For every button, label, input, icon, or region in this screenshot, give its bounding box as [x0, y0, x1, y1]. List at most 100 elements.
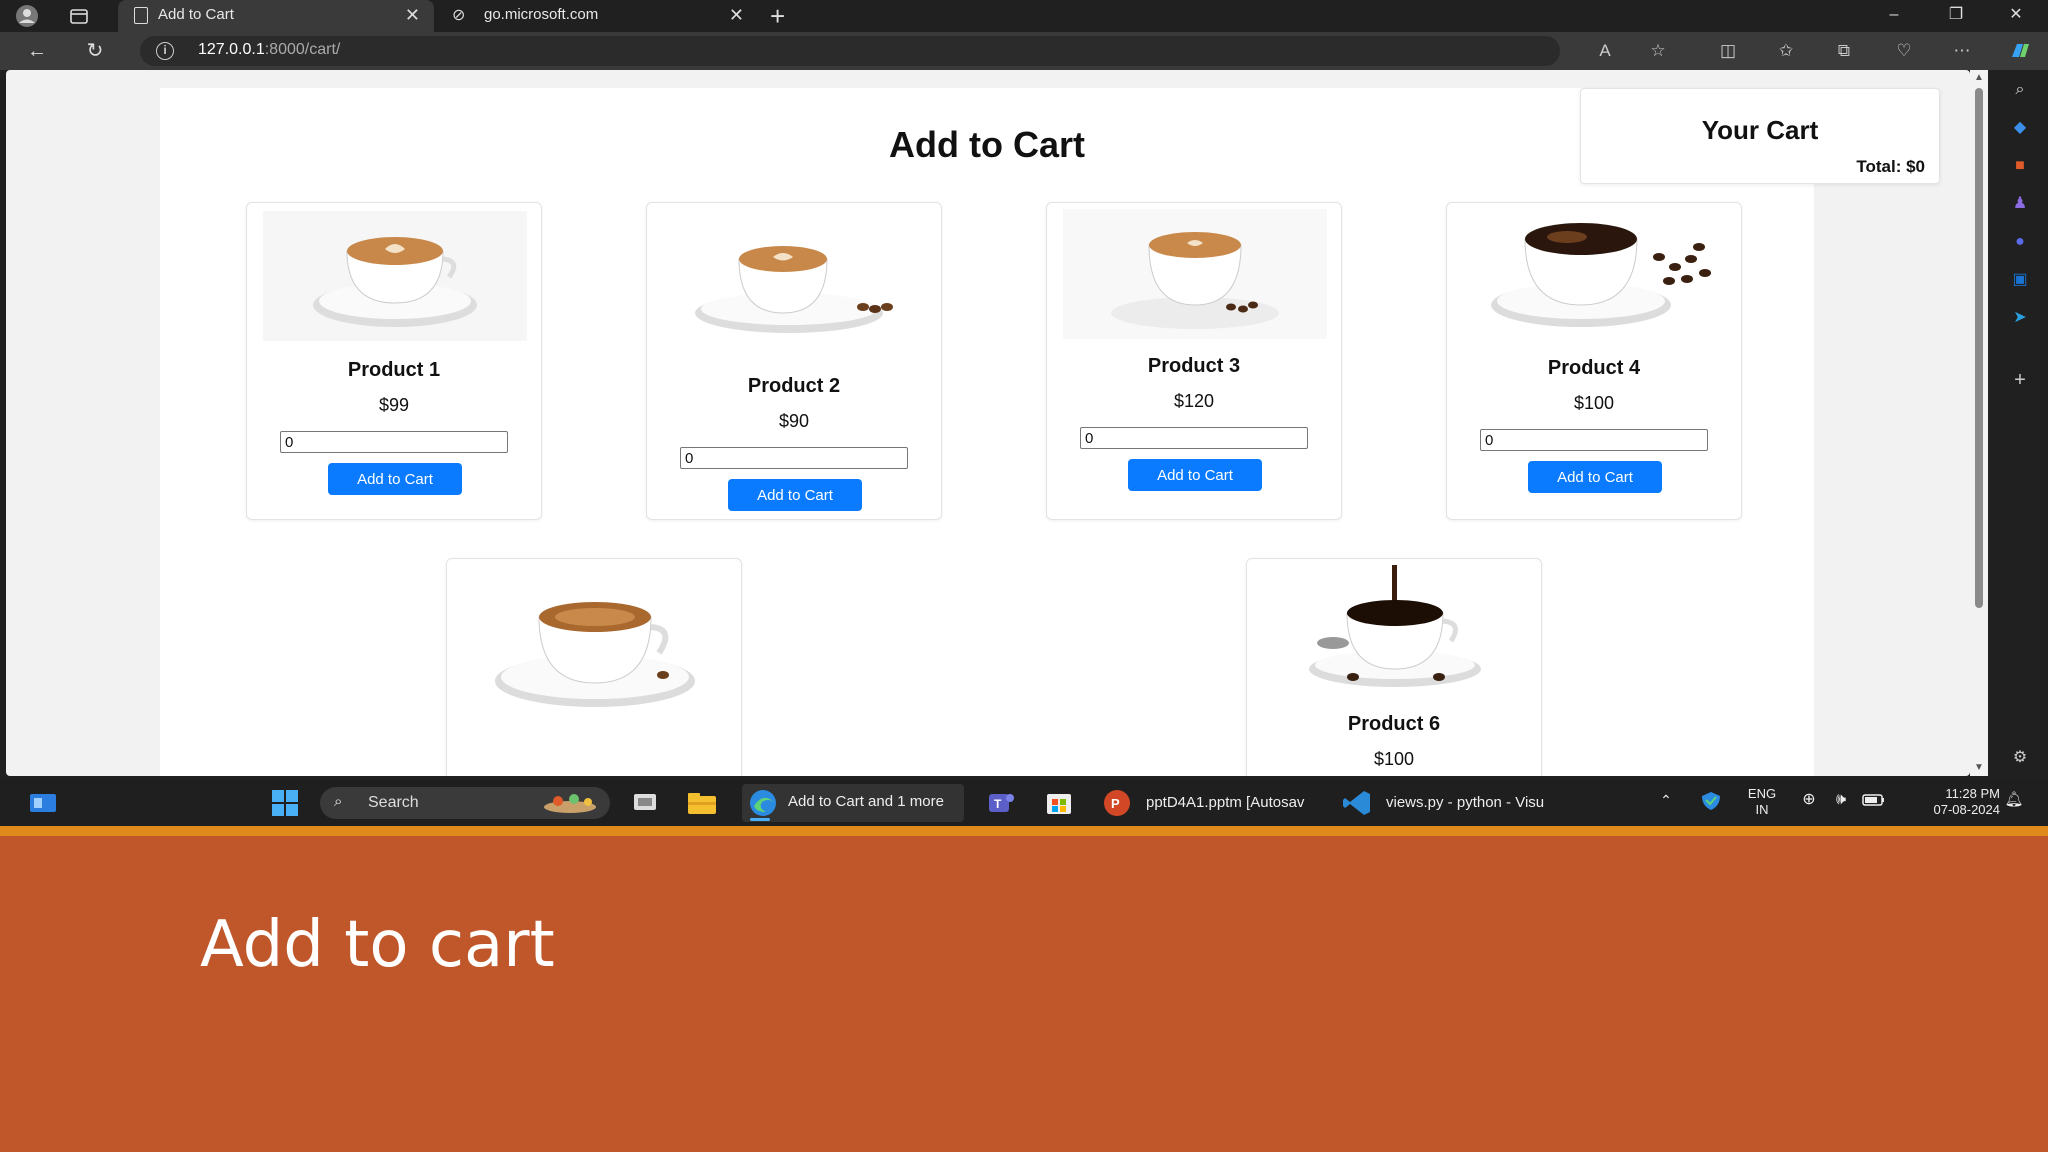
clock-time: 11:28 PM: [1945, 786, 2000, 801]
more-options-icon[interactable]: ⋯: [1949, 39, 1975, 63]
slide-caption: Add to cart: [200, 908, 555, 982]
sidebar-settings-icon[interactable]: ⚙: [2009, 748, 2031, 768]
page-icon: [134, 7, 148, 24]
product-name: Product 3: [1147, 355, 1241, 377]
copilot-side-icon[interactable]: ●: [2009, 232, 2031, 252]
product-price: $120: [1173, 391, 1215, 411]
quantity-input[interactable]: [280, 431, 508, 453]
region-code: IN: [1755, 802, 1769, 817]
split-screen-icon[interactable]: ◫: [1715, 39, 1741, 63]
quantity-input[interactable]: [1480, 429, 1708, 451]
product-card-5: [446, 558, 742, 776]
quantity-input[interactable]: [680, 447, 908, 469]
url-host: 127.0.0.1: [198, 41, 265, 58]
product-card-4: Product 4 $100 Add to Cart: [1446, 202, 1742, 520]
tools-briefcase-icon[interactable]: ■: [2009, 156, 2031, 176]
add-to-cart-button[interactable]: Add to Cart: [328, 463, 462, 495]
scroll-thumb[interactable]: [1975, 88, 1983, 608]
site-info-icon[interactable]: i: [156, 42, 174, 60]
copilot-icon[interactable]: [2007, 39, 2033, 63]
page-title: Add to Cart: [889, 124, 1085, 165]
widgets-icon[interactable]: [28, 788, 58, 818]
defender-icon[interactable]: [1700, 790, 1722, 816]
profile-icon[interactable]: [14, 4, 40, 28]
product-price: $100: [1373, 749, 1415, 769]
collections-icon[interactable]: ⧉: [1831, 39, 1857, 63]
link-icon: ⊘: [452, 7, 466, 24]
product-image: [1263, 565, 1527, 695]
slide-accent-bar: [0, 826, 2048, 836]
product-image: [663, 229, 927, 359]
product-name: Product 4: [1547, 357, 1641, 379]
product-name: Product 2: [747, 375, 841, 397]
file-explorer-icon[interactable]: [686, 788, 718, 818]
powerpoint-label: pptD4A1.pptm [Autosav: [1146, 794, 1305, 811]
tab-go-microsoft[interactable]: ⊘ go.microsoft.com ✕: [440, 0, 758, 32]
send-icon[interactable]: ➤: [2009, 308, 2031, 328]
restore-icon[interactable]: ❐: [1934, 0, 1978, 30]
web-page-viewport: Add to Cart Product 1 $99 0 Add to Cart …: [6, 70, 1970, 776]
browser-toolbar: ← ↻ i 127.0.0.1:8000/cart/ A ☆ ◫ ✩ ⧉ ♡ ⋯: [0, 32, 2048, 70]
presentation-slide: Add to Cart ✕ ⊘ go.microsoft.com ✕ + – ❐…: [0, 0, 2048, 1152]
favorite-star-icon[interactable]: ☆: [1645, 39, 1671, 63]
product-image: [463, 587, 727, 717]
tab-actions-icon[interactable]: [66, 4, 92, 28]
page-scrollbar[interactable]: ▲ ▼: [1970, 70, 1988, 776]
outlook-icon[interactable]: ▣: [2009, 270, 2031, 290]
address-bar[interactable]: i 127.0.0.1:8000/cart/: [140, 36, 1560, 66]
product-card-3: Product 3 $120 Add to Cart: [1046, 202, 1342, 520]
active-indicator: [750, 818, 770, 821]
product-image: [263, 211, 527, 341]
shopping-tag-icon[interactable]: ◆: [2009, 118, 2031, 138]
notification-bell-icon[interactable]: 🔔︎: [2004, 792, 2024, 808]
games-icon[interactable]: ♟: [2009, 194, 2031, 214]
clock[interactable]: 11:28 PM 07-08-2024: [1900, 786, 2001, 818]
volume-icon[interactable]: 🕪: [1830, 792, 1852, 808]
product-card-1: Product 1 $99 Add to Cart: [246, 202, 542, 520]
edge-sidebar: ⌕ ◆ ■ ♟ ● ▣ ➤ + ⚙: [1990, 70, 2048, 780]
tab-add-to-cart[interactable]: Add to Cart ✕: [118, 0, 434, 32]
teams-icon[interactable]: T: [986, 788, 1016, 818]
microsoft-store-icon[interactable]: [1044, 788, 1074, 818]
browser-window: Add to Cart ✕ ⊘ go.microsoft.com ✕ + – ❐…: [0, 0, 2048, 780]
search-icon[interactable]: ⌕: [2009, 80, 2031, 100]
taskbar-search[interactable]: ⌕ Search: [320, 787, 610, 819]
windows-taskbar: ⌕ Search Add to Cart and 1 more T P pptD…: [0, 780, 2048, 826]
tab-title: Add to Cart: [158, 6, 234, 23]
add-to-cart-button[interactable]: Add to Cart: [1128, 459, 1262, 491]
add-to-cart-button[interactable]: Add to Cart: [1528, 461, 1662, 493]
quantity-input[interactable]: [1080, 427, 1308, 449]
battery-icon[interactable]: [1862, 792, 1886, 812]
close-tab-icon[interactable]: ✕: [729, 0, 744, 30]
product-price: $90: [778, 411, 810, 431]
add-to-cart-button[interactable]: Add to Cart: [728, 479, 862, 511]
network-icon[interactable]: ⊕: [1798, 792, 1820, 808]
product-image: [1463, 209, 1727, 339]
close-tab-icon[interactable]: ✕: [405, 0, 420, 30]
minimize-icon[interactable]: –: [1872, 0, 1916, 30]
vscode-taskbar-button[interactable]: views.py - python - Visu: [1342, 788, 1562, 818]
add-sidebar-app-icon[interactable]: +: [2009, 370, 2031, 390]
language-indicator[interactable]: ENG IN: [1742, 786, 1782, 818]
favorites-icon[interactable]: ✩: [1773, 39, 1799, 63]
task-view-icon[interactable]: [630, 788, 660, 818]
new-tab-button[interactable]: +: [770, 2, 785, 30]
browser-essentials-icon[interactable]: ♡: [1891, 39, 1917, 63]
refresh-button[interactable]: ↻: [80, 37, 110, 65]
powerpoint-icon: P: [1102, 788, 1132, 829]
search-label: Search: [368, 794, 419, 811]
powerpoint-taskbar-button[interactable]: P pptD4A1.pptm [Autosav: [1102, 788, 1322, 818]
search-highlight-icon: [540, 791, 600, 820]
scroll-up-icon[interactable]: ▲: [1973, 72, 1985, 83]
edge-taskbar-button[interactable]: Add to Cart and 1 more: [742, 784, 964, 822]
vscode-icon: [1342, 788, 1372, 829]
cart-total: Total: $0: [1856, 157, 1925, 176]
language-code: ENG: [1747, 786, 1777, 801]
chevron-up-icon[interactable]: ⌃: [1656, 792, 1676, 808]
back-button[interactable]: ←: [22, 37, 52, 65]
close-window-icon[interactable]: ✕: [1994, 0, 2038, 30]
read-aloud-icon[interactable]: A: [1592, 39, 1618, 63]
start-icon[interactable]: [270, 788, 300, 818]
product-price: $99: [378, 395, 410, 415]
scroll-down-icon[interactable]: ▼: [1973, 762, 1985, 773]
